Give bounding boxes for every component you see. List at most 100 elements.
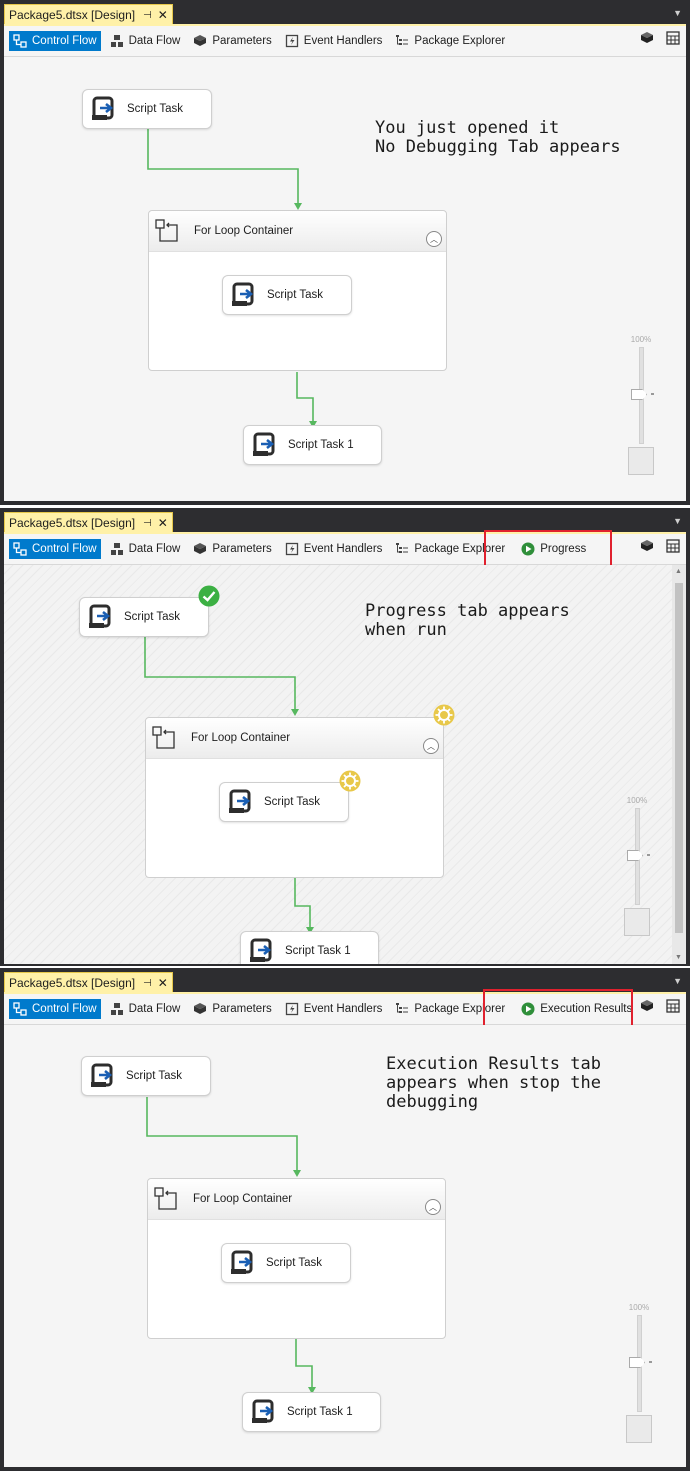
document-tab-title: Package5.dtsx [Design] xyxy=(9,8,136,22)
tab-label: Parameters xyxy=(212,543,272,555)
data-flow-icon xyxy=(110,542,124,556)
dropdown-arrow-icon[interactable]: ▼ xyxy=(673,976,682,986)
toolbar-right-icons xyxy=(640,31,680,48)
script-task-top[interactable]: Script Task xyxy=(81,1056,211,1096)
collapse-icon[interactable]: ︿ xyxy=(425,1199,441,1215)
dropdown-arrow-icon[interactable]: ▼ xyxy=(673,516,682,526)
collapse-icon[interactable]: ︿ xyxy=(426,231,442,247)
pin-icon[interactable]: ⊣ xyxy=(143,10,152,21)
designer-panel-opened: Package5.dtsx [Design] ⊣ ✕ ▼ Control Flo… xyxy=(0,0,690,505)
script-task-top[interactable]: Script Task xyxy=(79,597,209,637)
script-task-1[interactable]: Script Task 1 xyxy=(243,425,382,465)
container-header: For Loop Container ︿ xyxy=(146,718,443,759)
toolbar-right-icons xyxy=(640,999,680,1016)
parameters-icon xyxy=(193,34,207,48)
tab-data-flow[interactable]: Data Flow xyxy=(106,999,185,1019)
tab-control-flow[interactable]: Control Flow xyxy=(9,539,101,559)
tab-label: Control Flow xyxy=(32,35,97,47)
tab-label: Parameters xyxy=(212,1003,272,1015)
close-icon[interactable]: ✕ xyxy=(158,516,168,530)
variables-icon[interactable] xyxy=(640,539,654,556)
for-loop-icon xyxy=(155,219,178,242)
toolbar-right-icons xyxy=(640,539,680,556)
tab-label: Event Handlers xyxy=(303,1003,383,1015)
tab-parameters[interactable]: Parameters xyxy=(189,31,275,51)
zoom-slider[interactable]: 100% xyxy=(622,796,652,936)
pin-icon[interactable]: ⊣ xyxy=(143,978,152,989)
grid-options-icon[interactable] xyxy=(666,539,680,556)
script-task-icon xyxy=(91,1063,113,1087)
task-label: Script Task xyxy=(127,103,184,115)
container-label: For Loop Container xyxy=(194,225,294,237)
tab-control-flow[interactable]: Control Flow xyxy=(9,31,101,51)
event-handlers-icon xyxy=(285,1002,299,1016)
tab-control-flow[interactable]: Control Flow xyxy=(9,999,101,1019)
script-task-1[interactable]: Script Task 1 xyxy=(240,931,379,964)
tab-parameters[interactable]: Parameters xyxy=(189,539,275,559)
scroll-down-icon[interactable]: ▼ xyxy=(675,954,682,961)
script-task-top[interactable]: Script Task xyxy=(82,89,212,129)
container-header: For Loop Container ︿ xyxy=(148,1179,445,1220)
grid-options-icon[interactable] xyxy=(666,31,680,48)
tab-package-explorer[interactable]: Package Explorer xyxy=(391,31,509,51)
tab-event-handlers[interactable]: Event Handlers xyxy=(281,999,387,1019)
tab-label: Control Flow xyxy=(32,1003,97,1015)
document-tab[interactable]: Package5.dtsx [Design] ⊣ ✕ xyxy=(4,972,173,994)
container-header: For Loop Container ︿ xyxy=(149,211,446,252)
zoom-fit-button[interactable] xyxy=(626,1415,652,1443)
close-icon[interactable]: ✕ xyxy=(158,976,168,990)
task-label: Script Task xyxy=(266,1257,323,1269)
variables-icon[interactable] xyxy=(640,999,654,1016)
zoom-level: 100% xyxy=(628,1303,650,1312)
tab-label: Package Explorer xyxy=(414,35,506,47)
dropdown-arrow-icon[interactable]: ▼ xyxy=(673,8,682,18)
document-tab[interactable]: Package5.dtsx [Design] ⊣ ✕ xyxy=(4,4,173,26)
script-task-icon xyxy=(231,1250,253,1274)
tab-label: Data Flow xyxy=(128,1003,181,1015)
script-task-inner[interactable]: Script Task xyxy=(222,275,352,315)
tab-parameters[interactable]: Parameters xyxy=(189,999,275,1019)
scroll-up-icon[interactable]: ▲ xyxy=(675,568,682,575)
script-task-icon xyxy=(253,432,275,456)
vertical-scrollbar[interactable]: ▲ ▼ xyxy=(672,565,686,964)
tab-label: Control Flow xyxy=(32,543,97,555)
for-loop-container[interactable]: For Loop Container ︿ Script Task xyxy=(148,210,447,371)
scrollbar-thumb[interactable] xyxy=(675,583,683,933)
zoom-slider[interactable]: 100% xyxy=(626,335,656,475)
variables-icon[interactable] xyxy=(640,31,654,48)
design-canvas[interactable]: Script Task For Loop Container ︿ Script … xyxy=(4,1025,686,1467)
script-task-inner[interactable]: Script Task xyxy=(219,782,349,822)
for-loop-container[interactable]: For Loop Container ︿ Script Task xyxy=(145,717,444,878)
running-gear-icon xyxy=(433,704,455,726)
script-task-inner[interactable]: Script Task xyxy=(221,1243,351,1283)
tab-label: Event Handlers xyxy=(303,543,383,555)
script-task-icon xyxy=(229,789,251,813)
container-label: For Loop Container xyxy=(193,1193,293,1205)
task-label: Script Task xyxy=(124,611,181,623)
pin-icon[interactable]: ⊣ xyxy=(143,518,152,529)
design-canvas[interactable]: Script Task For Loop Container ︿ Script … xyxy=(4,565,686,964)
tab-event-handlers[interactable]: Event Handlers xyxy=(281,31,387,51)
for-loop-container[interactable]: For Loop Container ︿ Script Task xyxy=(147,1178,446,1339)
collapse-icon[interactable]: ︿ xyxy=(423,738,439,754)
data-flow-icon xyxy=(110,1002,124,1016)
tab-event-handlers[interactable]: Event Handlers xyxy=(281,539,387,559)
annotation-text: You just opened it No Debugging Tab appe… xyxy=(375,118,621,157)
script-task-1[interactable]: Script Task 1 xyxy=(242,1392,381,1432)
designer-panel-running: Package5.dtsx [Design] ⊣ ✕ ▼ Control Flo… xyxy=(0,508,690,966)
close-icon[interactable]: ✕ xyxy=(158,8,168,22)
running-gear-icon xyxy=(339,770,361,792)
zoom-tick xyxy=(649,1361,652,1363)
zoom-fit-button[interactable] xyxy=(624,908,650,936)
zoom-tick xyxy=(647,854,650,856)
document-tab[interactable]: Package5.dtsx [Design] ⊣ ✕ xyxy=(4,512,173,534)
success-check-icon xyxy=(198,585,220,607)
design-canvas[interactable]: Script Task For Loop Container ︿ Script … xyxy=(4,57,686,501)
grid-options-icon[interactable] xyxy=(666,999,680,1016)
zoom-fit-button[interactable] xyxy=(628,447,654,475)
annotation-text: Progress tab appears when run xyxy=(365,601,570,640)
event-handlers-icon xyxy=(285,542,299,556)
zoom-slider[interactable]: 100% xyxy=(624,1303,654,1443)
tab-data-flow[interactable]: Data Flow xyxy=(106,31,185,51)
tab-data-flow[interactable]: Data Flow xyxy=(106,539,185,559)
